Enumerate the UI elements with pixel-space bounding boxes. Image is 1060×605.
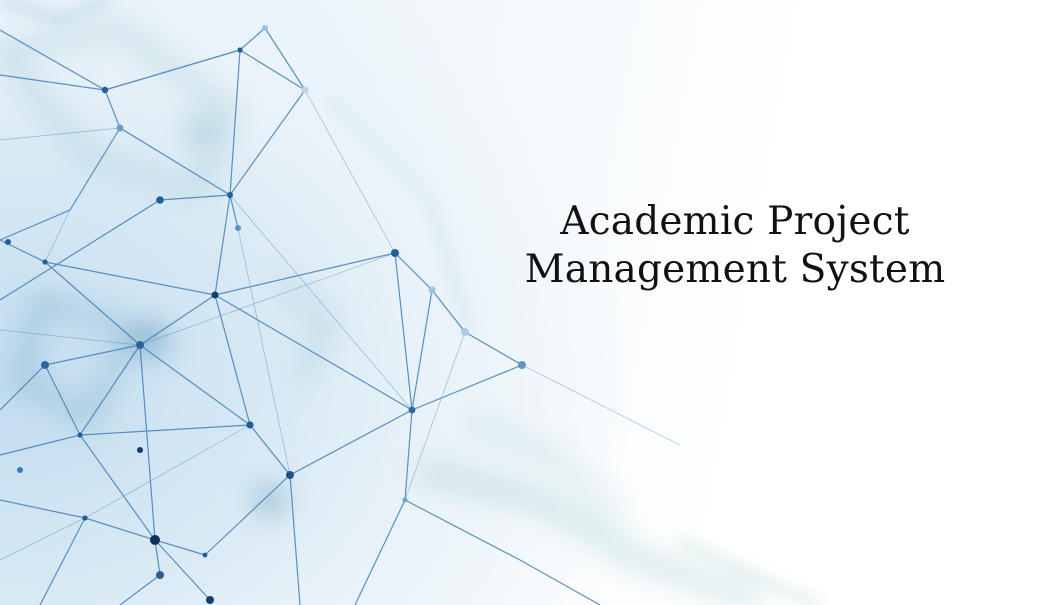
network-node xyxy=(301,86,309,94)
slide-title: Academic Project Management System xyxy=(520,198,950,294)
network-node xyxy=(5,239,11,245)
network-node xyxy=(42,259,48,265)
network-node xyxy=(286,471,294,479)
network-node xyxy=(461,328,469,336)
network-node xyxy=(408,406,416,414)
network-node xyxy=(82,515,88,521)
network-node xyxy=(227,192,233,198)
network-node xyxy=(77,432,83,438)
network-node xyxy=(262,25,268,31)
network-node xyxy=(156,571,164,579)
network-node xyxy=(402,497,408,503)
network-node xyxy=(211,291,219,299)
network-node xyxy=(391,249,399,257)
network-node xyxy=(156,196,164,204)
slide-canvas: Academic Project Management System xyxy=(0,0,1060,605)
network-node xyxy=(518,361,526,369)
network-node xyxy=(246,421,254,429)
network-node xyxy=(137,447,143,453)
network-node xyxy=(237,47,243,53)
network-node xyxy=(150,535,160,545)
title-line-2: Management System xyxy=(524,247,946,292)
network-node xyxy=(17,467,23,473)
network-node xyxy=(202,552,208,558)
network-node xyxy=(41,361,49,369)
network-node xyxy=(101,86,109,94)
background-haze-soft xyxy=(0,0,822,605)
network-node xyxy=(206,596,214,604)
network-node xyxy=(136,341,144,349)
title-line-1: Academic Project xyxy=(560,199,910,244)
background-haze xyxy=(0,24,763,605)
network-graph-icon xyxy=(0,0,822,605)
network-node xyxy=(235,225,241,231)
network-node xyxy=(428,286,436,294)
network-node xyxy=(116,124,124,132)
